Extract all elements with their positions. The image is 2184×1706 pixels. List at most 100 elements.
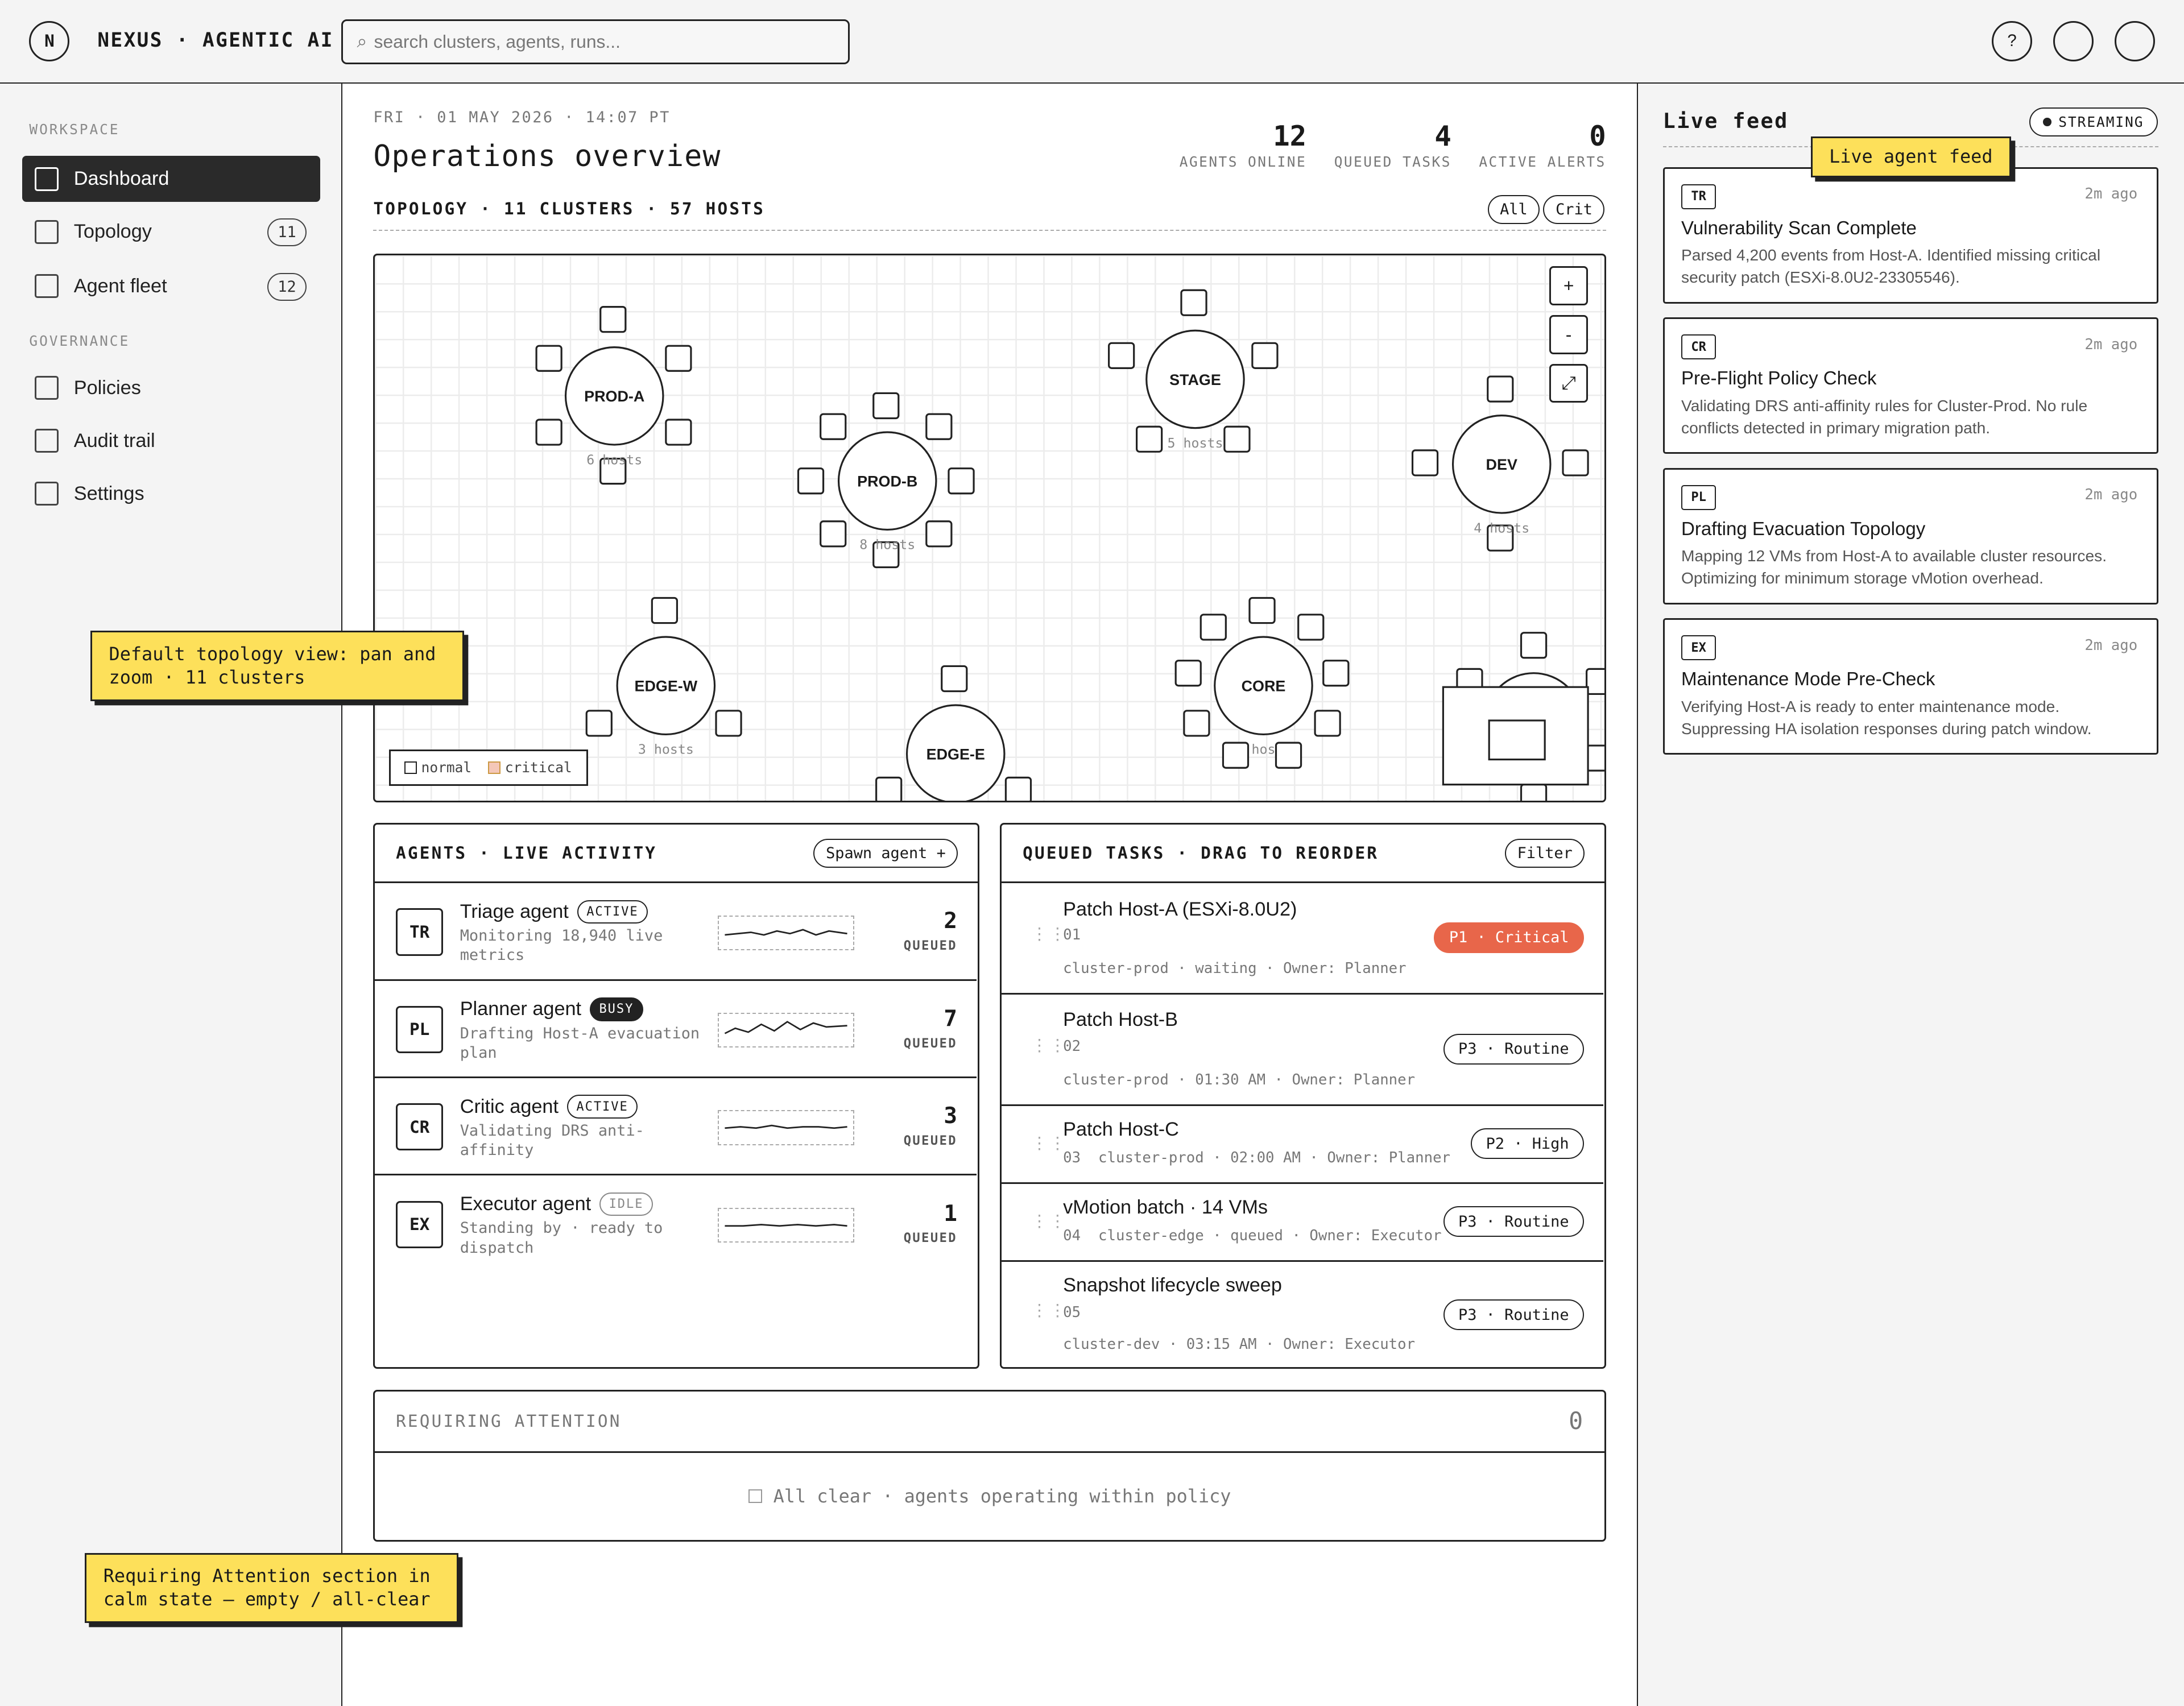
filter-all-button[interactable]: All bbox=[1487, 194, 1540, 225]
sidebar-item-policies[interactable]: Policies bbox=[22, 365, 320, 411]
queued-count: 3 bbox=[944, 1103, 957, 1129]
feed-card[interactable]: EX 2m ago Maintenance Mode Pre-Check Ver… bbox=[1662, 618, 2159, 755]
legend-label: critical bbox=[504, 759, 572, 776]
status-badge: BUSY bbox=[589, 997, 644, 1021]
topology-canvas[interactable]: PROD-A PROD-B STAGE DEV EDGE-W EDGE-E CO… bbox=[373, 253, 1606, 802]
count-badge: 11 bbox=[267, 218, 307, 247]
page-title: Operations overview bbox=[373, 139, 721, 173]
feed-title: Live feed bbox=[1662, 109, 1789, 134]
annotation-note-topology: Default topology view: pan and zoom · 11… bbox=[90, 631, 464, 701]
feed-card-title: Drafting Evacuation Topology bbox=[1681, 518, 1926, 540]
live-dot-icon bbox=[2043, 117, 2052, 126]
queued-label: QUEUED bbox=[903, 939, 957, 954]
agent-avatar: TR bbox=[1681, 184, 1716, 209]
agent-row-executor[interactable]: EX Executor agent IDLE Standing by · rea… bbox=[375, 1175, 977, 1273]
stat-active-alerts: 0 ACTIVE ALERTS bbox=[1479, 120, 1606, 170]
feed-card-description: Parsed 4,200 events from Host-A. Identif… bbox=[1681, 246, 2101, 287]
drag-handle-icon[interactable]: ⋮⋮ bbox=[1031, 926, 1068, 942]
sidebar-item-audit-trail[interactable]: Audit trail bbox=[22, 418, 320, 464]
feed-card[interactable]: TR 2m ago Vulnerability Scan Complete Pa… bbox=[1662, 167, 2159, 304]
agents-panel: AGENTS · LIVE ACTIVITY Spawn agent + TR … bbox=[373, 823, 979, 1369]
task-row[interactable]: ⋮⋮ Patch Host-C 03 cluster-prod · 02:00 … bbox=[1002, 1106, 1604, 1185]
task-number: 03 bbox=[1063, 1149, 1081, 1166]
priority-badge: P1 · Critical bbox=[1434, 922, 1585, 953]
divider bbox=[373, 230, 1606, 231]
logo[interactable]: N bbox=[29, 20, 70, 61]
agent-name: Planner agent BUSY bbox=[460, 997, 644, 1021]
top-bar: N NEXUS · AGENTIC AI ⌕ ? bbox=[0, 0, 2184, 84]
cluster-host-count: 8 hosts bbox=[860, 537, 916, 552]
workspace-label: WORKSPACE bbox=[29, 121, 120, 138]
agent-name-text: Planner agent bbox=[460, 998, 582, 1020]
status-badge: IDLE bbox=[599, 1192, 653, 1216]
audit-trail-icon bbox=[35, 429, 59, 453]
search-input[interactable] bbox=[374, 31, 820, 52]
task-row[interactable]: ⋮⋮ vMotion batch · 14 VMs 04 cluster-edg… bbox=[1002, 1184, 1604, 1262]
attention-header: REQUIRING ATTENTION 0 bbox=[375, 1392, 1604, 1453]
task-row[interactable]: ⋮⋮ Patch Host-B 02 cluster-prod · 01:30 … bbox=[1002, 995, 1604, 1107]
sidebar-item-topology[interactable]: Topology 11 bbox=[22, 209, 320, 255]
feed-card-description: Mapping 12 VMs from Host-A to available … bbox=[1681, 547, 2107, 587]
queued-label: QUEUED bbox=[903, 1036, 957, 1051]
cluster-label: DEV bbox=[1486, 456, 1517, 473]
cluster-label: CORE bbox=[1242, 677, 1286, 694]
feed-card[interactable]: PL 2m ago Drafting Evacuation Topology M… bbox=[1662, 467, 2159, 604]
cluster-host-count: hos bbox=[1252, 742, 1276, 757]
streaming-badge[interactable]: STREAMING bbox=[2029, 107, 2158, 136]
priority-badge: P3 · Routine bbox=[1443, 1206, 1585, 1237]
fit-view-icon[interactable]: ⤢ bbox=[1549, 363, 1589, 403]
feed-card-description: Validating DRS anti-affinity rules for C… bbox=[1681, 396, 2088, 437]
priority-badge: P2 · High bbox=[1471, 1128, 1585, 1160]
sidebar-item-settings[interactable]: Settings bbox=[22, 471, 320, 517]
task-number: 05 bbox=[1063, 1303, 1081, 1321]
sidebar-item-agent-fleet[interactable]: Agent fleet 12 bbox=[22, 263, 320, 309]
task-row[interactable]: ⋮⋮ Snapshot lifecycle sweep 05 cluster-d… bbox=[1002, 1262, 1603, 1368]
agent-row-critic[interactable]: CR Critic agent ACTIVE Validating DRS an… bbox=[375, 1078, 977, 1176]
agent-name: Critic agent ACTIVE bbox=[460, 1095, 638, 1119]
attention-empty-state: All clear · agents operating within poli… bbox=[375, 1453, 1604, 1539]
spawn-agent-button[interactable]: Spawn agent + bbox=[813, 838, 958, 868]
sidebar-item-dashboard[interactable]: Dashboard bbox=[22, 156, 321, 202]
queued-count: 7 bbox=[944, 1005, 957, 1032]
help-button[interactable]: ? bbox=[1992, 20, 2033, 61]
drag-handle-icon[interactable]: ⋮⋮ bbox=[1031, 1213, 1068, 1229]
avatar[interactable] bbox=[2114, 20, 2155, 61]
agent-name: Triage agent ACTIVE bbox=[460, 900, 648, 924]
search-box[interactable]: ⌕ bbox=[341, 19, 850, 64]
zoom-out-button[interactable]: - bbox=[1549, 315, 1589, 354]
feed-card[interactable]: CR 2m ago Pre-Flight Policy Check Valida… bbox=[1662, 317, 2159, 454]
feed-card-title: Maintenance Mode Pre-Check bbox=[1681, 669, 1935, 690]
cluster-label: PROD-A bbox=[584, 388, 644, 405]
filter-button[interactable]: Filter bbox=[1504, 838, 1585, 868]
legend-critical: critical bbox=[488, 759, 572, 776]
critical-swatch-icon bbox=[488, 761, 501, 774]
live-feed-panel: Live feed STREAMING TR 2m ago Vulnerabil… bbox=[1636, 83, 2184, 1706]
drag-handle-icon[interactable]: ⋮⋮ bbox=[1031, 1302, 1068, 1319]
task-title: vMotion batch · 14 VMs bbox=[1063, 1196, 1268, 1219]
task-title: Patch Host-A (ESXi-8.0U2) bbox=[1063, 898, 1297, 921]
notifications-button[interactable] bbox=[2053, 20, 2094, 61]
sidebar-item-label: Audit trail bbox=[73, 429, 155, 452]
zoom-in-button[interactable]: + bbox=[1549, 266, 1589, 305]
feed-card-description: Verifying Host-A is ready to enter maint… bbox=[1681, 697, 2092, 738]
filter-crit-button[interactable]: Crit bbox=[1543, 194, 1605, 225]
cluster-host-count: 4 hosts bbox=[1474, 520, 1530, 536]
search-icon: ⌕ bbox=[357, 31, 367, 52]
stat-queued-tasks: 4 QUEUED TASKS bbox=[1334, 120, 1451, 170]
task-row[interactable]: ⋮⋮ Patch Host-A (ESXi-8.0U2) 01 cluster-… bbox=[1002, 883, 1604, 995]
agent-avatar: EX bbox=[1681, 635, 1716, 661]
agent-name: Executor agent IDLE bbox=[460, 1192, 653, 1216]
cluster-label: EDGE-W bbox=[635, 677, 698, 694]
drag-handle-icon[interactable]: ⋮⋮ bbox=[1031, 1135, 1068, 1152]
agent-row-triage[interactable]: TR Triage agent ACTIVE Monitoring 18,940… bbox=[375, 883, 977, 981]
agent-name-text: Triage agent bbox=[460, 900, 569, 922]
agent-row-planner[interactable]: PL Planner agent BUSY Drafting Host-A ev… bbox=[375, 981, 977, 1079]
task-title: Patch Host-B bbox=[1063, 1008, 1178, 1030]
drag-handle-icon[interactable]: ⋮⋮ bbox=[1031, 1037, 1068, 1054]
queued-count: 2 bbox=[944, 908, 957, 934]
agent-avatar: PL bbox=[1681, 485, 1716, 510]
policies-icon bbox=[35, 376, 59, 400]
agent-avatar: TR bbox=[396, 908, 444, 956]
agent-avatar: CR bbox=[396, 1103, 444, 1151]
task-meta: cluster-edge · queued · Owner: Executor bbox=[1098, 1227, 1442, 1245]
